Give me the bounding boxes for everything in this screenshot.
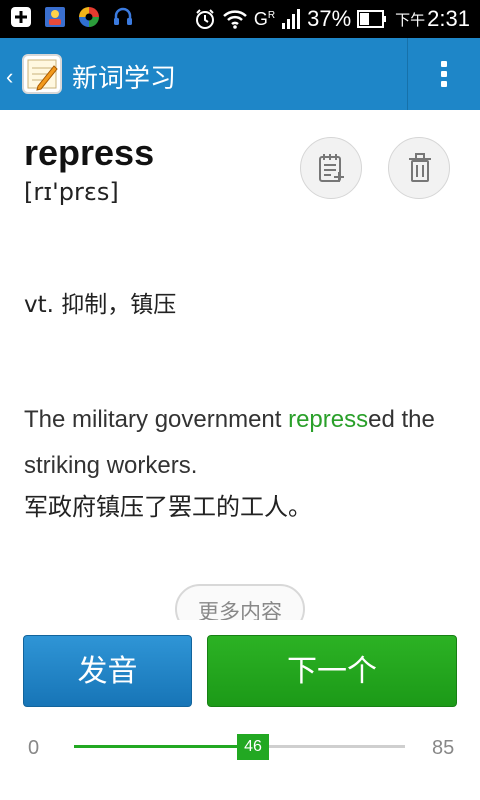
phonetic-transcription: [rɪ'prɛs] [24,178,119,206]
notebook-pencil-icon [27,59,58,91]
progress-slider-thumb[interactable]: 46 [237,734,270,760]
network-roaming: R [267,9,276,21]
word-definition: vt. 抑制，镇压 [24,292,177,318]
next-word-button[interactable]: 下一个 [207,635,457,707]
action-bar: ‹ 新词学习 [0,38,480,110]
network-type: G [253,8,268,29]
example-sentence: The military government repressed the st… [24,397,464,489]
slider-max-label: 85 [432,737,455,759]
example-highlight: repress [288,406,369,433]
add-notification-icon [11,7,31,27]
delete-button[interactable] [388,137,450,199]
more-vertical-dot [441,71,447,77]
overflow-menu-button[interactable] [408,38,480,110]
pronounce-button[interactable]: 发音 [23,635,192,707]
chevron-left-icon: ‹ [6,64,14,89]
signal-strength-icon [282,9,301,29]
clock: 2:31 [427,6,470,31]
more-vertical-icon [441,61,447,67]
system-status: GR 37% 下午 2:31 [194,0,470,38]
more-content-mask [0,620,480,634]
color-wheel-app-icon [79,7,99,27]
notebook-add-icon [319,154,344,182]
page-title: 新词学习 [72,64,177,94]
example-translation: 军政府镇压了罢工的工人。 [24,493,312,521]
wifi-icon [223,10,247,29]
app-logo-icon [22,54,62,94]
back-button[interactable]: ‹ [0,38,70,110]
example-text-before: The military government [24,406,289,433]
slider-min-label: 0 [28,737,40,759]
alarm-icon [195,9,214,29]
more-vertical-dot [441,81,447,87]
progress-slider-fill [74,745,254,748]
trash-icon [409,153,431,182]
add-to-notebook-button[interactable] [300,137,362,199]
battery-icon [357,10,387,28]
status-bar: GR 37% 下午 2:31 [0,0,480,38]
network-type-label: GR [254,9,275,30]
vocabulary-word: repress [24,132,155,173]
notification-icons [10,6,134,28]
battery-percent: 37% [307,6,352,31]
headset-app-icon [114,7,132,25]
time-prefix: 下午 [395,11,426,29]
contacts-app-icon [45,7,65,27]
